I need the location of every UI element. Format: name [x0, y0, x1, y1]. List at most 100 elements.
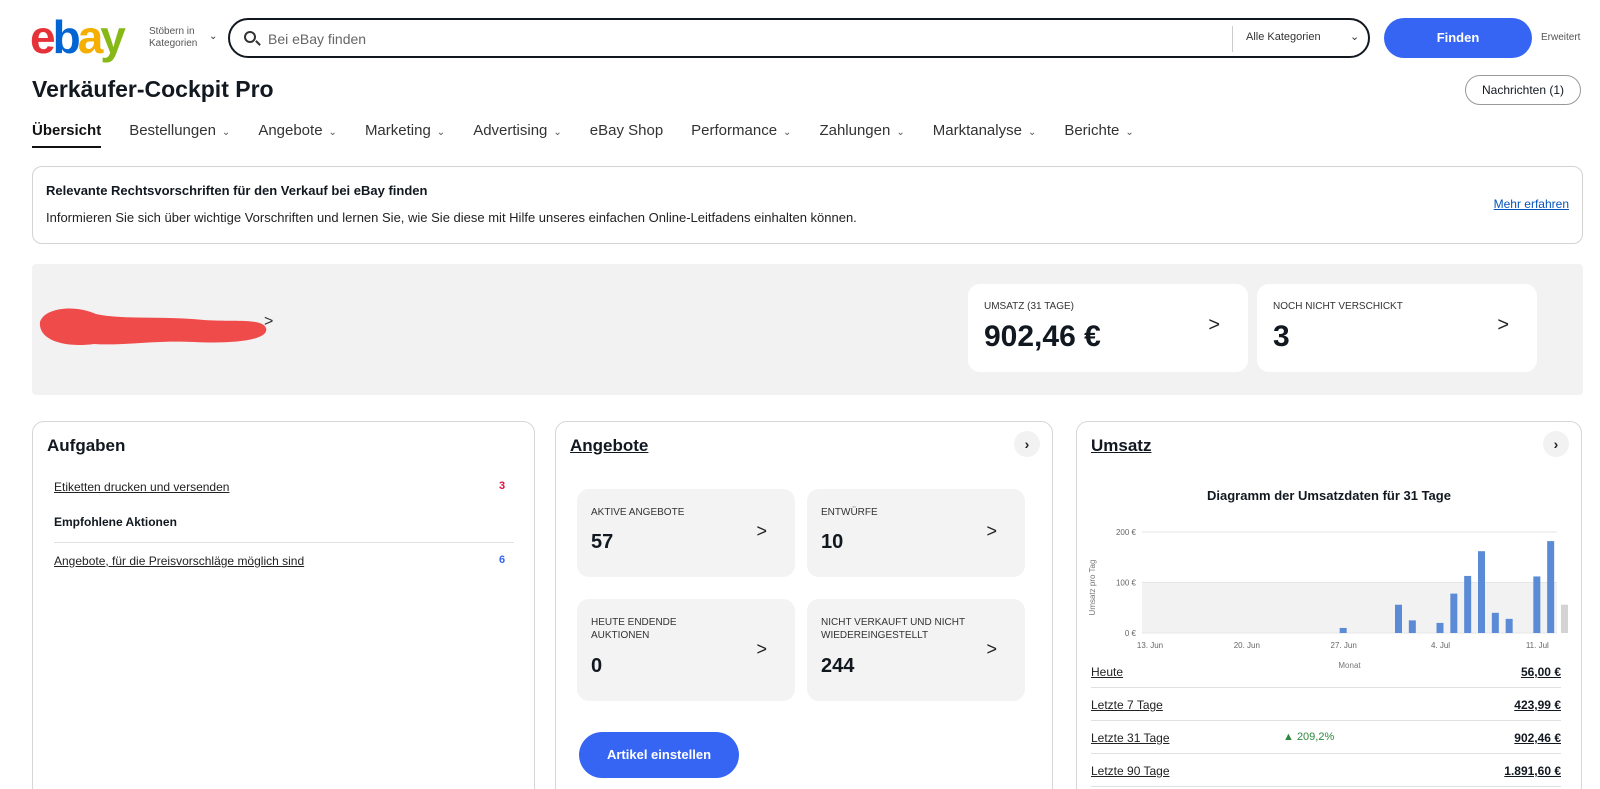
- seller-hub-nav: Übersicht Bestellungen ⌄ Angebote ⌄ Marketing…: [32, 122, 1162, 148]
- logo-letter: y: [100, 11, 126, 63]
- kpi-value: 3: [1273, 320, 1290, 353]
- chevron-down-icon: ⌄: [553, 127, 562, 138]
- listings-title-link[interactable]: Angebote: [570, 436, 648, 456]
- kpi-value: 902,46 €: [984, 320, 1101, 353]
- y-tick-label: 200 €: [1116, 528, 1137, 537]
- task-offers-eligible[interactable]: Angebote, für die Preisvorschläge möglic…: [54, 554, 304, 568]
- y-axis-label: Umsatz pro Tag: [1088, 560, 1097, 616]
- kpi-label: NOCH NICHT VERSCHICKT: [1273, 301, 1403, 312]
- tasks-title: Aufgaben: [47, 436, 126, 455]
- nav-item[interactable]: Angebote ⌄: [258, 122, 337, 148]
- x-tick-label: 13. Jun: [1137, 641, 1163, 650]
- nav-item-label: Bestellungen: [129, 122, 216, 139]
- period-value[interactable]: 1.891,60 €: [1504, 764, 1561, 778]
- x-tick-label: 4. Jul: [1431, 641, 1450, 650]
- bar: [1339, 627, 1347, 633]
- bar: [1533, 576, 1541, 633]
- revenue-summary-row[interactable]: Heute 56,00 €: [1091, 656, 1561, 688]
- task-count-badge: 6: [499, 554, 506, 566]
- period-value[interactable]: 56,00 €: [1521, 665, 1561, 679]
- browse-line1: Stöbern in: [149, 26, 195, 37]
- bar: [1505, 618, 1513, 633]
- messages-button[interactable]: Nachrichten (1): [1465, 75, 1581, 105]
- period-label[interactable]: Letzte 7 Tage: [1091, 698, 1163, 712]
- revenue-kpi-card[interactable]: UMSATZ (31 TAGE) 902,46 € >: [968, 284, 1248, 372]
- tile-label: NICHT VERKAUFT UND NICHT WIEDEREINGESTEL…: [821, 617, 965, 641]
- recommended-actions-heading: Empfohlene Aktionen: [54, 515, 177, 529]
- chevron-right-icon: >: [756, 521, 767, 541]
- listing-tile-ending-today[interactable]: HEUTE ENDENDE AUKTIONEN 0 >: [577, 599, 795, 701]
- x-tick-label: 11. Jul: [1526, 641, 1549, 650]
- listing-tile-active[interactable]: AKTIVE ANGEBOTE 57 >: [577, 489, 795, 577]
- find-button[interactable]: Finden: [1384, 18, 1532, 58]
- nav-item[interactable]: Bestellungen ⌄: [129, 122, 230, 148]
- chevron-down-icon: ⌄: [896, 127, 905, 138]
- revenue-summary-row[interactable]: Letzte 7 Tage 423,99 €: [1091, 689, 1561, 721]
- chevron-down-icon: ⌄: [1027, 127, 1037, 138]
- chevron-right-icon: >: [1208, 314, 1220, 336]
- period-label[interactable]: Letzte 31 Tage: [1091, 731, 1170, 745]
- tile-label: AKTIVE ANGEBOTE: [591, 507, 685, 518]
- logo-letter: a: [77, 11, 104, 63]
- bar: [1450, 593, 1458, 633]
- category-select[interactable]: Alle Kategorien: [1246, 31, 1321, 43]
- listing-tile-drafts[interactable]: ENTWÜRFE 10 >: [807, 489, 1025, 577]
- nav-item[interactable]: Berichte ⌄: [1064, 122, 1133, 148]
- global-header: ebay Stöbern in Kategorien ⌄ Alle Katego…: [0, 0, 1600, 70]
- nav-item[interactable]: eBay Shop: [590, 122, 663, 148]
- learn-more-link[interactable]: Mehr erfahren: [1494, 197, 1569, 211]
- advanced-search-link[interactable]: Erweitert: [1541, 32, 1580, 43]
- search-bar: Alle Kategorien ⌄: [228, 18, 1370, 58]
- ebay-logo[interactable]: ebay: [30, 11, 126, 63]
- nav-item-label: Marktanalyse: [932, 122, 1022, 139]
- bar: [1436, 622, 1444, 633]
- nav-item[interactable]: Zahlungen ⌄: [819, 122, 904, 148]
- nav-item[interactable]: Performance ⌄: [691, 122, 791, 148]
- browse-line2: Kategorien: [149, 38, 198, 49]
- y-tick-label: 0 €: [1125, 629, 1137, 638]
- kpi-label: UMSATZ (31 TAGE): [984, 301, 1075, 312]
- task-print-labels[interactable]: Etiketten drucken und versenden: [54, 480, 229, 494]
- nav-item-label: Performance: [691, 122, 778, 139]
- bar: [1395, 604, 1402, 633]
- nav-item[interactable]: Marktanalyse ⌄: [933, 122, 1037, 148]
- create-listing-button[interactable]: Artikel einstellen: [579, 732, 739, 778]
- nav-item[interactable]: Marketing ⌄: [365, 122, 445, 148]
- browse-categories-button[interactable]: Stöbern in Kategorien: [149, 26, 197, 50]
- tile-value: 57: [591, 531, 614, 553]
- period-value[interactable]: 902,46 €: [1514, 731, 1561, 745]
- chevron-right-icon: >: [986, 639, 997, 659]
- bar: [1478, 551, 1485, 633]
- search-divider: [1232, 26, 1233, 52]
- chevron-right-icon[interactable]: ›: [1014, 431, 1040, 457]
- chevron-down-icon: ⌄: [436, 127, 446, 138]
- tile-value: 0: [591, 655, 603, 677]
- chevron-right-icon[interactable]: ›: [1543, 431, 1569, 457]
- nav-item-label: Advertising: [473, 122, 548, 139]
- tile-value: 10: [821, 531, 844, 553]
- revenue-summary-row[interactable]: Letzte 31 Tage ▲ 209,2% 902,46 €: [1091, 722, 1561, 754]
- period-label[interactable]: Heute: [1091, 665, 1123, 679]
- chevron-down-icon[interactable]: ⌄: [209, 31, 217, 42]
- x-tick-label: 20. Jun: [1234, 641, 1260, 650]
- revenue-summary-row[interactable]: Letzte 90 Tage 1.891,60 €: [1091, 755, 1561, 787]
- notice-text: Informieren Sie sich über wichtige Vorsc…: [46, 210, 857, 225]
- tile-value: 244: [821, 655, 855, 677]
- bar: [1408, 620, 1416, 633]
- x-tick-label: 27. Jun: [1331, 641, 1357, 650]
- change-indicator: ▲ 209,2%: [1283, 731, 1335, 743]
- nav-item[interactable]: Advertising ⌄: [473, 122, 562, 148]
- search-input[interactable]: [268, 28, 1168, 50]
- revenue-title-link[interactable]: Umsatz: [1091, 436, 1151, 456]
- listing-tile-unsold[interactable]: NICHT VERKAUFT UND NICHT WIEDEREINGESTEL…: [807, 599, 1025, 701]
- period-value[interactable]: 423,99 €: [1514, 698, 1561, 712]
- nav-item[interactable]: Übersicht: [32, 122, 102, 148]
- summary-band: > UMSATZ (31 TAGE) 902,46 € > NOCH NICHT…: [32, 264, 1583, 395]
- page-title: Verkäufer-Cockpit Pro: [32, 76, 274, 102]
- chevron-right-icon: >: [986, 521, 997, 541]
- bar: [1547, 541, 1555, 633]
- period-label[interactable]: Letzte 90 Tage: [1091, 764, 1170, 778]
- unshipped-kpi-card[interactable]: NOCH NICHT VERSCHICKT 3 >: [1257, 284, 1537, 372]
- chevron-right-icon[interactable]: >: [264, 313, 273, 331]
- chevron-down-icon[interactable]: ⌄: [1350, 30, 1359, 43]
